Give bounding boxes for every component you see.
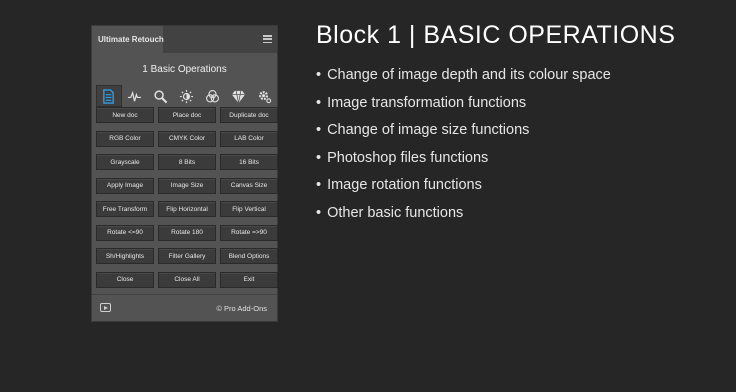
ultimate-retouch-panel: Ultimate Retouch 1 Basic Operations New … bbox=[91, 25, 278, 322]
feature-item: Photoshop files functions bbox=[316, 150, 611, 178]
feature-item: Other basic functions bbox=[316, 205, 611, 233]
exit-button[interactable]: Exit bbox=[220, 271, 278, 288]
tool-light[interactable] bbox=[174, 85, 200, 107]
place-doc-button[interactable]: Place doc bbox=[158, 107, 216, 123]
rotate-180-button[interactable]: Rotate 180 bbox=[158, 224, 216, 241]
apply-image-button[interactable]: Apply Image bbox=[96, 177, 154, 194]
feature-item: Image rotation functions bbox=[316, 177, 611, 205]
image-size-button[interactable]: Image Size bbox=[158, 177, 216, 194]
gear-icon bbox=[258, 90, 271, 103]
tool-retouch[interactable] bbox=[122, 85, 148, 107]
panel-footer: © Pro Add-Ons bbox=[92, 294, 277, 321]
waveform-icon bbox=[128, 90, 142, 101]
shadows-highlights-button[interactable]: Sh/Highlights bbox=[96, 248, 154, 264]
canvas-size-button[interactable]: Canvas Size bbox=[220, 177, 278, 194]
close-button[interactable]: Close bbox=[96, 271, 154, 288]
diamond-icon bbox=[231, 90, 245, 103]
tool-sharpen[interactable] bbox=[148, 85, 174, 107]
video-play-icon[interactable] bbox=[100, 303, 111, 312]
new-doc-button[interactable]: New doc bbox=[96, 107, 154, 123]
flip-vertical-button[interactable]: Flip Vertical bbox=[220, 201, 278, 217]
tool-color[interactable] bbox=[199, 85, 225, 107]
rgb-color-button[interactable]: RGB Color bbox=[96, 130, 154, 147]
8-bits-button[interactable]: 8 Bits bbox=[158, 154, 216, 170]
operations-button-grid: New doc Place doc Duplicate doc RGB Colo… bbox=[96, 107, 278, 288]
feature-item: Change of image depth and its colour spa… bbox=[316, 67, 611, 95]
sun-brightness-icon bbox=[179, 89, 194, 103]
duplicate-doc-button[interactable]: Duplicate doc bbox=[220, 107, 278, 123]
grayscale-button[interactable]: Grayscale bbox=[96, 154, 154, 170]
blend-options-button[interactable]: Blend Options bbox=[220, 248, 278, 264]
feature-item: Image transformation functions bbox=[316, 95, 611, 123]
lab-color-button[interactable]: LAB Color bbox=[220, 130, 278, 147]
free-transform-button[interactable]: Free Transform bbox=[96, 201, 154, 217]
block-headline: Block 1 | BASIC OPERATIONS bbox=[316, 21, 676, 49]
footer-credit[interactable]: © Pro Add-Ons bbox=[216, 304, 267, 313]
panel-tab-ultimate-retouch[interactable]: Ultimate Retouch bbox=[92, 26, 164, 53]
close-all-button[interactable]: Close All bbox=[158, 271, 216, 288]
panel-toolbar bbox=[96, 85, 277, 107]
magnifier-icon bbox=[154, 89, 168, 103]
feature-list: Change of image depth and its colour spa… bbox=[316, 67, 611, 233]
tool-settings[interactable] bbox=[251, 85, 277, 107]
panel-tab-bar: Ultimate Retouch bbox=[92, 26, 277, 53]
rotate-right-90-button[interactable]: Rotate =>90 bbox=[220, 224, 278, 241]
panel-menu-icon[interactable] bbox=[263, 35, 272, 43]
cmyk-color-button[interactable]: CMYK Color bbox=[158, 130, 216, 147]
panel-title: 1 Basic Operations bbox=[142, 64, 227, 75]
tool-basic-operations[interactable] bbox=[96, 85, 122, 107]
document-icon bbox=[103, 88, 115, 104]
color-circles-icon bbox=[205, 89, 219, 102]
flip-horizontal-button[interactable]: Flip Horizontal bbox=[158, 201, 216, 217]
rotate-left-90-button[interactable]: Rotate <=90 bbox=[96, 224, 154, 241]
feature-item: Change of image size functions bbox=[316, 122, 611, 150]
tool-effects[interactable] bbox=[225, 85, 251, 107]
filter-gallery-button[interactable]: Filter Gallery bbox=[158, 248, 216, 264]
16-bits-button[interactable]: 16 Bits bbox=[220, 154, 278, 170]
